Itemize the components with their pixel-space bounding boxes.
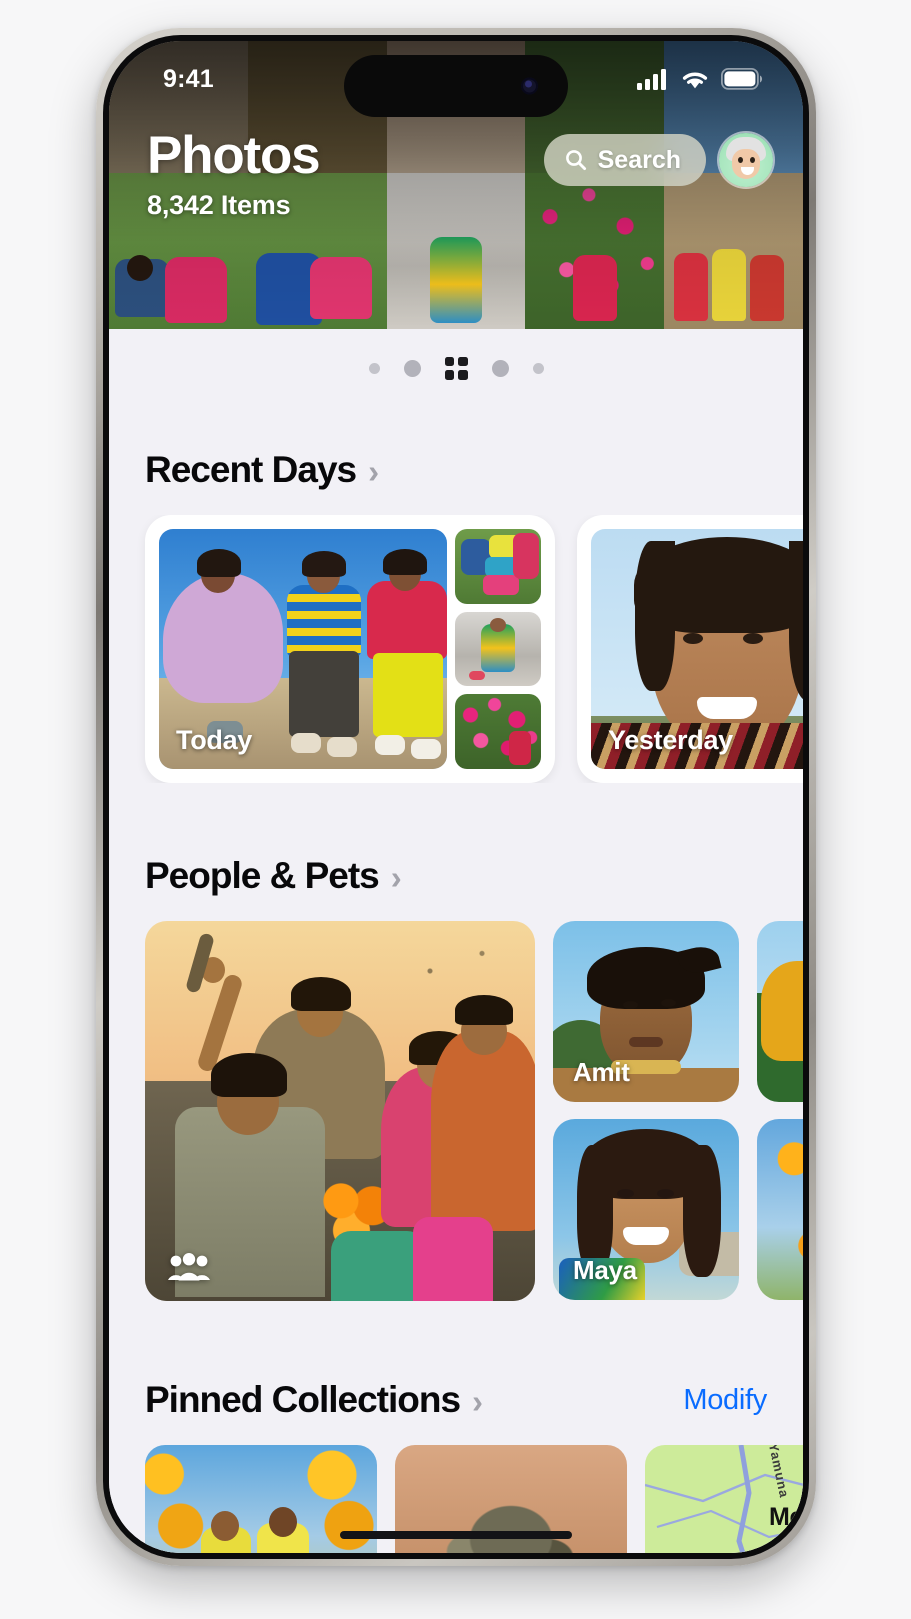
people-pets-tile-partial[interactable] [757,1119,803,1300]
hero-actions: Search [543,133,773,187]
battery-icon [721,68,763,90]
day-side-thumb[interactable] [455,529,541,604]
page-indicator[interactable] [109,329,803,407]
status-indicators [637,68,763,90]
day-card-label: Yesterday [608,725,733,755]
day-card-side-thumbs [455,529,541,770]
recent-days-header[interactable]: Recent Days › [109,449,803,491]
hero-titles: Photos 8,342 Items [147,126,321,221]
search-button-label: Search [597,145,681,174]
avatar[interactable] [719,133,773,187]
chevron-right-icon[interactable]: › [391,861,402,894]
pinned-collections-header[interactable]: Pinned Collections › Modify [109,1379,803,1421]
people-pets-overflow-column [757,921,803,1301]
phone-screen: 9:41 Photos 8,342 Items Search Recent Da… [109,41,803,1553]
hero-top-bar: Photos 8,342 Items Search [109,126,803,221]
modify-button[interactable]: Modify [683,1384,767,1417]
people-group-icon [168,1253,210,1281]
page-dot-3[interactable] [491,359,509,377]
people-pets-group-tile[interactable] [145,921,535,1301]
people-pets-tile-amit[interactable]: Amit [553,921,739,1102]
day-side-thumb[interactable] [455,694,541,770]
dynamic-island[interactable] [344,55,568,117]
day-card-main-photo[interactable]: Yesterday [591,529,803,769]
people-pets-tile-maya[interactable]: Maya [553,1119,739,1300]
people-pets-person-column: Amit Maya [553,921,739,1301]
page-dot-0[interactable] [368,362,380,374]
map-label-city: Meerut [769,1503,803,1531]
home-indicator[interactable] [340,1531,572,1539]
section-title-recent-days: Recent Days [145,449,357,490]
search-button[interactable]: Search [543,134,706,186]
section-title-people-pets: People & Pets [145,855,380,896]
item-count-label: 8,342 Items [147,190,291,221]
avatar-eye-left [738,157,743,163]
avatar-eye-right [750,157,755,163]
phone-bezel: 9:41 Photos 8,342 Items Search Recent Da… [103,35,809,1559]
people-pets-tile-partial[interactable] [757,921,803,1102]
page-dot-4[interactable] [532,362,544,374]
recent-day-card-yesterday[interactable]: Yesterday [577,515,803,783]
front-camera-icon [521,77,538,95]
people-pets-carousel[interactable]: Amit Maya [109,921,803,1301]
people-pets-header[interactable]: People & Pets › [109,855,803,897]
recent-days-carousel[interactable]: Today Yesterday [109,515,803,783]
pinned-tile-map[interactable]: Yamuna Meerut Ghaz Delhi [645,1445,803,1553]
phone-frame: 9:41 Photos 8,342 Items Search Recent Da… [96,28,816,1566]
day-side-thumb[interactable] [455,611,541,687]
photos-content: Recent Days › Today Yesterday People & P… [109,407,803,1553]
day-card-main-photo[interactable]: Today [159,529,447,769]
section-pinned-collections: Pinned Collections › Modify Yamuna Me [109,1301,803,1553]
page-dot-1[interactable] [403,359,421,377]
search-icon [565,150,586,171]
recent-day-card-today[interactable]: Today [145,515,555,783]
page-title: Photos [147,126,321,185]
section-people-pets: People & Pets › Amit Maya [109,783,803,1301]
section-title-pinned-collections: Pinned Collections [145,1379,461,1420]
people-pets-tile-label: Amit [573,1057,630,1087]
grid-2x2-icon[interactable] [444,356,468,380]
day-card-label: Today [176,725,253,755]
section-recent-days: Recent Days › Today Yesterday [109,407,803,783]
people-pets-tile-label: Maya [573,1255,637,1285]
wifi-icon [682,72,708,89]
status-time: 9:41 [163,64,214,93]
chevron-right-icon[interactable]: › [368,455,379,488]
cellular-signal-icon [637,69,666,90]
chevron-right-icon[interactable]: › [472,1385,483,1418]
